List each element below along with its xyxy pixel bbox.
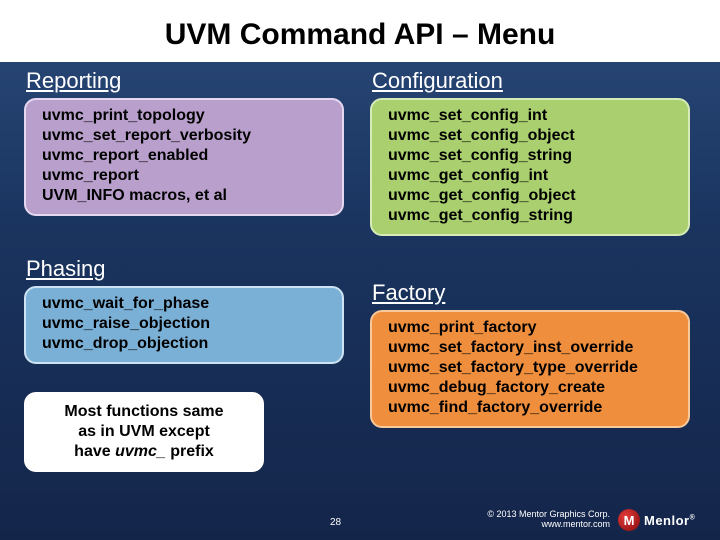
note-section: Most functions same as in UVM except hav… (24, 392, 264, 472)
list-item: uvmc_set_config_object (388, 126, 674, 146)
list-item: uvmc_set_config_string (388, 146, 674, 166)
list-item: uvmc_set_factory_type_override (388, 358, 674, 378)
note-card: Most functions same as in UVM except hav… (24, 392, 264, 472)
list-item: uvmc_raise_objection (42, 314, 328, 334)
footer: 28 © 2013 Mentor Graphics Corp. www.ment… (0, 502, 720, 532)
phasing-section: Phasing uvmc_wait_for_phase uvmc_raise_o… (24, 250, 344, 364)
list-item: uvmc_report (42, 166, 328, 186)
logo-mark-icon: M (618, 509, 640, 531)
configuration-card: uvmc_set_config_int uvmc_set_config_obje… (370, 98, 690, 236)
note-line: have uvmc_ prefix (32, 442, 256, 462)
list-item: uvmc_print_topology (42, 106, 328, 126)
note-text: have (74, 443, 115, 460)
list-item: UVM_INFO macros, et al (42, 186, 328, 206)
content-area: Reporting uvmc_print_topology uvmc_set_r… (0, 62, 720, 502)
list-item: uvmc_find_factory_override (388, 398, 674, 418)
copyright: © 2013 Mentor Graphics Corp. www.mentor.… (487, 510, 610, 530)
factory-card: uvmc_print_factory uvmc_set_factory_inst… (370, 310, 690, 428)
list-item: uvmc_set_config_int (388, 106, 674, 126)
factory-section: Factory uvmc_print_factory uvmc_set_fact… (370, 274, 690, 428)
factory-header: Factory (372, 280, 690, 306)
logo-text: Menlor® (644, 513, 695, 528)
reporting-section: Reporting uvmc_print_topology uvmc_set_r… (24, 62, 344, 216)
list-item: uvmc_report_enabled (42, 146, 328, 166)
list-item: uvmc_set_factory_inst_override (388, 338, 674, 358)
list-item: uvmc_debug_factory_create (388, 378, 674, 398)
list-item: uvmc_get_config_object (388, 186, 674, 206)
mentor-logo: M Menlor® (618, 508, 706, 532)
phasing-card: uvmc_wait_for_phase uvmc_raise_objection… (24, 286, 344, 364)
list-item: uvmc_set_report_verbosity (42, 126, 328, 146)
note-text: prefix (166, 443, 214, 460)
slide-number: 28 (330, 517, 341, 528)
phasing-header: Phasing (26, 256, 344, 282)
configuration-header: Configuration (372, 68, 690, 94)
configuration-section: Configuration uvmc_set_config_int uvmc_s… (370, 62, 690, 236)
list-item: uvmc_print_factory (388, 318, 674, 338)
reporting-card: uvmc_print_topology uvmc_set_report_verb… (24, 98, 344, 216)
list-item: uvmc_wait_for_phase (42, 294, 328, 314)
copyright-line: www.mentor.com (487, 520, 610, 530)
note-line: Most functions same (32, 402, 256, 422)
reporting-header: Reporting (26, 68, 344, 94)
list-item: uvmc_drop_objection (42, 334, 328, 354)
list-item: uvmc_get_config_string (388, 206, 674, 226)
note-em: uvmc_ (115, 443, 166, 460)
list-item: uvmc_get_config_int (388, 166, 674, 186)
note-line: as in UVM except (32, 422, 256, 442)
page-title: UVM Command API – Menu (0, 0, 720, 62)
